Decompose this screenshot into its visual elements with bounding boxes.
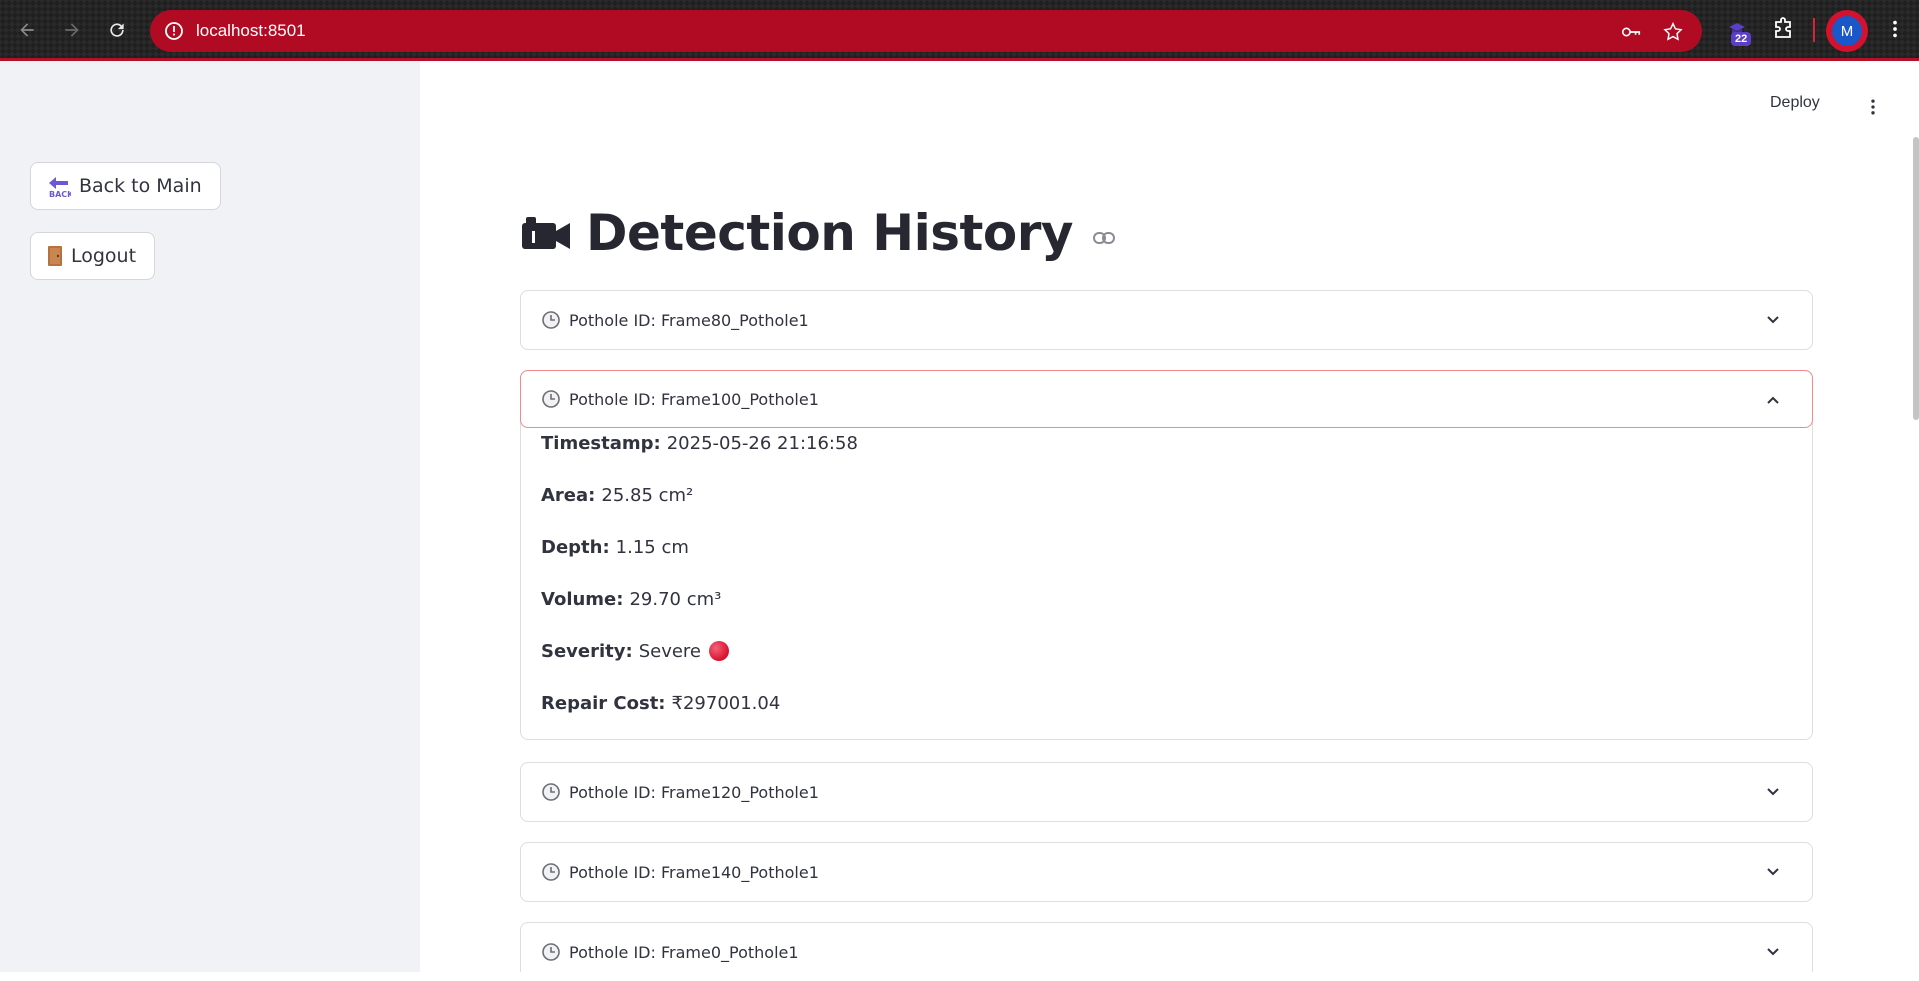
- back-arrow-emoji-icon: BACK: [47, 174, 71, 198]
- page-title-row: Detection History: [520, 204, 1116, 262]
- reload-icon[interactable]: [99, 12, 135, 48]
- logout-label: Logout: [71, 245, 137, 267]
- depth-value: 1.15 cm: [615, 537, 689, 558]
- area-value: 25.85 cm²: [601, 485, 694, 506]
- logout-button[interactable]: Logout: [30, 232, 156, 280]
- toolbar-divider: [1813, 18, 1815, 42]
- repair-cost-label: Repair Cost:: [541, 693, 666, 714]
- expander-label: Pothole ID: Frame140_Pothole1: [569, 862, 819, 882]
- door-icon: [47, 245, 63, 267]
- pothole-expander-open[interactable]: Pothole ID: Frame100_Pothole1 Timestamp:…: [520, 370, 1813, 740]
- expander-label: Pothole ID: Frame120_Pothole1: [569, 782, 819, 802]
- browser-toolbar: localhost:8501 22 M: [0, 0, 1919, 61]
- sidebar: BACK Back to Main Logout: [0, 61, 420, 972]
- browser-menu-icon[interactable]: [1880, 14, 1910, 44]
- profile-avatar[interactable]: M: [1826, 10, 1868, 52]
- bookmark-star-icon[interactable]: [1662, 21, 1684, 43]
- severity-value: Severe: [638, 641, 702, 662]
- severity-red-circle-icon: [709, 641, 730, 661]
- clock-icon: [542, 390, 560, 408]
- back-arrow-icon[interactable]: [9, 12, 45, 48]
- avatar-letter: M: [1832, 16, 1862, 46]
- depth-row: Depth: 1.15 cm: [541, 537, 1792, 589]
- expander-header[interactable]: Pothole ID: Frame140_Pothole1: [521, 843, 1812, 901]
- chevron-up-icon: [1767, 396, 1779, 404]
- expander-content: Timestamp: 2025-05-26 21:16:58 Area: 25.…: [521, 427, 1812, 739]
- password-key-icon[interactable]: [1620, 21, 1642, 43]
- app-menu-icon[interactable]: [1862, 96, 1884, 118]
- pothole-expander[interactable]: Pothole ID: Frame120_Pothole1: [520, 762, 1813, 822]
- forward-arrow-icon[interactable]: [54, 12, 90, 48]
- repair-cost-row: Repair Cost: ₹297001.04: [541, 693, 1792, 723]
- expander-label: Pothole ID: Frame80_Pothole1: [569, 310, 809, 330]
- clock-icon: [542, 783, 560, 801]
- expander-header[interactable]: Pothole ID: Frame100_Pothole1: [520, 370, 1813, 428]
- deploy-button[interactable]: Deploy: [1770, 94, 1820, 112]
- link-anchor-icon[interactable]: [1093, 231, 1116, 245]
- volume-value: 29.70 cm³: [629, 589, 722, 610]
- repair-cost-value: ₹297001.04: [671, 693, 781, 714]
- pothole-expander[interactable]: Pothole ID: Frame0_Pothole1: [520, 922, 1813, 972]
- back-to-main-button[interactable]: BACK Back to Main: [30, 162, 221, 210]
- extensions-puzzle-icon[interactable]: [1768, 14, 1798, 44]
- clock-icon: [542, 943, 560, 961]
- chevron-down-icon: [1767, 316, 1779, 324]
- clock-icon: [542, 311, 560, 329]
- volume-row: Volume: 29.70 cm³: [541, 589, 1792, 641]
- expander-header[interactable]: Pothole ID: Frame80_Pothole1: [521, 291, 1812, 349]
- address-bar[interactable]: localhost:8501: [150, 10, 1702, 52]
- timestamp-row: Timestamp: 2025-05-26 21:16:58: [541, 433, 1792, 485]
- severity-row: Severity: Severe: [541, 641, 1792, 693]
- expander-label: Pothole ID: Frame100_Pothole1: [569, 389, 819, 409]
- expander-header[interactable]: Pothole ID: Frame0_Pothole1: [521, 923, 1812, 981]
- clock-icon: [542, 863, 560, 881]
- extension-badge: 22: [1731, 32, 1752, 46]
- severity-label: Severity:: [541, 641, 633, 662]
- url-text[interactable]: localhost:8501: [196, 21, 306, 41]
- timestamp-label: Timestamp:: [541, 433, 661, 454]
- chevron-down-icon: [1767, 948, 1779, 956]
- svg-text:BACK: BACK: [49, 190, 71, 198]
- timestamp-value: 2025-05-26 21:16:58: [666, 433, 858, 454]
- page-scrollbar[interactable]: [1913, 137, 1919, 420]
- site-info-icon[interactable]: [164, 21, 184, 41]
- pothole-expander[interactable]: Pothole ID: Frame80_Pothole1: [520, 290, 1813, 350]
- chevron-down-icon: [1767, 788, 1779, 796]
- volume-label: Volume:: [541, 589, 624, 610]
- area-row: Area: 25.85 cm²: [541, 485, 1792, 537]
- pothole-expander[interactable]: Pothole ID: Frame140_Pothole1: [520, 842, 1813, 902]
- depth-label: Depth:: [541, 537, 610, 558]
- page-title: Detection History: [586, 204, 1074, 262]
- expander-label: Pothole ID: Frame0_Pothole1: [569, 942, 799, 962]
- expander-header[interactable]: Pothole ID: Frame120_Pothole1: [521, 763, 1812, 821]
- camera-icon: [522, 217, 570, 249]
- area-label: Area:: [541, 485, 596, 506]
- chevron-down-icon: [1767, 868, 1779, 876]
- back-to-main-label: Back to Main: [79, 175, 202, 197]
